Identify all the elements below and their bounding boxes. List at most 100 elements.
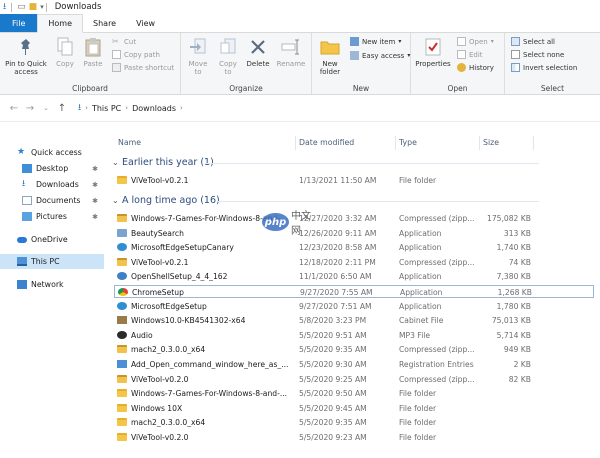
chevron-right-icon[interactable]: ›: [85, 104, 88, 112]
column-header-size[interactable]: Size: [483, 138, 499, 147]
new-folder-button[interactable]: New folder: [316, 36, 344, 76]
up-arrow-icon[interactable]: ↑: [54, 103, 70, 114]
file-row[interactable]: MicrosoftEdgeSetupCanary 12/23/2020 8:58 …: [114, 241, 594, 254]
column-divider[interactable]: [533, 136, 534, 150]
file-row[interactable]: ChromeSetup 9/27/2020 7:55 AM Application 1…: [114, 285, 594, 298]
easy-access-label: Easy access: [362, 51, 405, 60]
file-row[interactable]: Windows-7-Games-For-Windows-8-and-... 12/…: [114, 212, 594, 225]
paste-shortcut-label: Paste shortcut: [124, 63, 175, 72]
column-divider[interactable]: [295, 136, 296, 150]
file-row[interactable]: Add_Open_command_window_here_as_... 5/5/2…: [114, 358, 594, 371]
breadcrumb-this-pc[interactable]: This PC: [92, 104, 121, 113]
breadcrumb-downloads[interactable]: Downloads: [132, 104, 176, 113]
address-bar-row: ← → ⌄ ↑ ⭳ › This PC › Downloads ›: [0, 95, 600, 122]
easy-access-button[interactable]: Easy access ▾: [350, 51, 410, 60]
paste-shortcut-icon: [112, 63, 121, 72]
select-all-button[interactable]: Select all: [511, 37, 555, 46]
rename-button[interactable]: Rename: [275, 36, 307, 68]
tab-home[interactable]: Home: [37, 14, 84, 33]
column-divider[interactable]: [395, 136, 396, 150]
file-name-cell: mach2_0.3.0.0_x64: [131, 418, 206, 428]
nav-item-this-pc[interactable]: This PC: [0, 254, 104, 269]
properties-icon[interactable]: ▭: [17, 2, 26, 12]
group-header[interactable]: ⌄ Earlier this year (1): [112, 157, 214, 168]
file-type-cell: File folder: [399, 389, 437, 399]
file-row[interactable]: Audio 5/5/2020 9:51 AM MP3 File 5,714 KB: [114, 329, 594, 342]
group-header[interactable]: ⌄ A long time ago (16): [112, 195, 220, 206]
customize-toolbar-icon[interactable]: ▾: [40, 3, 44, 11]
new-folder-small-icon[interactable]: ■: [29, 2, 38, 12]
file-row[interactable]: MicrosoftEdgeSetup 9/27/2020 7:51 AM Appli…: [114, 300, 594, 313]
copy-to-button[interactable]: Copy to: [215, 36, 241, 76]
file-type-cell: File folder: [399, 403, 437, 413]
column-header-date[interactable]: Date modified: [299, 138, 354, 147]
delete-button[interactable]: Delete: [245, 36, 271, 68]
file-date-cell: 5/5/2020 9:23 AM: [299, 433, 367, 442]
scissors-icon: ✂: [112, 37, 119, 46]
file-type-cell: Compressed (zipp...: [399, 345, 475, 355]
history-button[interactable]: History: [457, 63, 494, 72]
new-item-button[interactable]: New item ▾: [350, 37, 401, 46]
file-row[interactable]: ViVeTool-v0.2.1 1/13/2021 11:50 AM File fo…: [114, 174, 594, 187]
nav-item-pictures[interactable]: Pictures ✱: [0, 209, 104, 224]
properties-button[interactable]: Properties: [413, 36, 453, 68]
nav-item-documents[interactable]: Documents ✱: [0, 193, 104, 208]
move-to-button[interactable]: Move to: [185, 36, 211, 76]
chevron-right-icon[interactable]: ›: [180, 104, 183, 112]
nav-item-network[interactable]: Network: [0, 277, 104, 292]
nav-item-onedrive[interactable]: OneDrive: [0, 232, 104, 247]
paste-shortcut-button[interactable]: Paste shortcut: [112, 63, 174, 72]
file-size-cell: 82 KB: [508, 374, 531, 384]
file-row[interactable]: ViVeTool-v0.2.1 12/18/2020 2:11 PM Compres…: [114, 256, 594, 269]
file-row[interactable]: mach2_0.3.0.0_x64 5/5/2020 9:35 AM Compres…: [114, 343, 594, 356]
nav-item-desktop[interactable]: Desktop ✱: [0, 161, 104, 176]
nav-item-label: Network: [31, 280, 64, 289]
chevron-right-icon[interactable]: ›: [125, 104, 128, 112]
column-divider[interactable]: [479, 136, 480, 150]
file-row[interactable]: ViVeTool-v0.2.0 5/5/2020 9:25 AM Compresse…: [114, 373, 594, 386]
star-icon: ★: [17, 147, 26, 157]
file-row[interactable]: Windows 10X 5/5/2020 9:45 AM File folder: [114, 402, 594, 415]
nav-item-quick-access[interactable]: ★ Quick access: [0, 145, 104, 160]
column-header-name[interactable]: Name: [118, 138, 141, 147]
collapse-chevron-icon[interactable]: ⌄: [112, 158, 122, 167]
group-divider: [218, 201, 539, 202]
file-name-cell: Windows10.0-KB4541302-x64: [131, 316, 246, 326]
file-row[interactable]: Windows-7-Games-For-Windows-8-and-... 5/5…: [114, 387, 594, 400]
forward-arrow-icon[interactable]: →: [22, 103, 38, 114]
paste-button[interactable]: Paste: [80, 36, 106, 68]
invert-selection-button[interactable]: Invert selection: [511, 63, 577, 72]
file-row[interactable]: ViVeTool-v0.2.0 5/5/2020 9:23 AM File fold…: [114, 431, 594, 444]
collapse-chevron-icon[interactable]: ⌄: [112, 196, 122, 205]
edit-button[interactable]: Edit: [457, 50, 483, 59]
nav-item-downloads[interactable]: ⭳ Downloads ✱: [0, 177, 104, 192]
file-size-cell: 1,268 KB: [497, 288, 532, 297]
file-type-cell: File folder: [399, 433, 437, 442]
column-header-type[interactable]: Type: [399, 138, 417, 147]
copy-button[interactable]: Copy: [52, 36, 78, 68]
file-row[interactable]: Windows10.0-KB4541302-x64 5/8/2020 3:23 P…: [114, 314, 594, 327]
tab-share[interactable]: Share: [83, 14, 126, 32]
edge-file-icon: [117, 301, 127, 310]
tab-view[interactable]: View: [126, 14, 165, 32]
recent-locations-icon[interactable]: ⌄: [38, 104, 54, 112]
back-arrow-icon[interactable]: ←: [6, 103, 22, 114]
new-group: New folder New item ▾ Easy access ▾ New: [312, 33, 411, 94]
open-button[interactable]: Open ▾: [457, 37, 494, 46]
paste-icon: [82, 36, 104, 58]
copy-path-button[interactable]: Copy path: [112, 50, 160, 59]
file-size-cell: 7,380 KB: [496, 272, 531, 282]
file-row[interactable]: OpenShellSetup_4_4_162 11/1/2020 6:50 AM A…: [114, 270, 594, 283]
cut-button[interactable]: ✂ Cut: [112, 37, 136, 46]
file-row[interactable]: mach2_0.3.0.0_x64 5/5/2020 9:35 AM File fo…: [114, 416, 594, 429]
shell-file-icon: [117, 272, 127, 281]
breadcrumb[interactable]: ⭳ › This PC › Downloads ›: [78, 100, 183, 116]
file-row[interactable]: BeautySearch 12/26/2020 9:11 AM Applicatio…: [114, 227, 594, 240]
download-arrow-icon[interactable]: ⭳: [3, 0, 6, 15]
select-none-button[interactable]: Select none: [511, 50, 564, 59]
file-date-cell: 9/27/2020 7:51 AM: [299, 301, 372, 311]
delete-label: Delete: [246, 60, 270, 68]
pin-quick-access-button[interactable]: Pin to Quick access: [2, 36, 50, 76]
new-folder-icon: [319, 36, 341, 58]
tab-file[interactable]: File: [0, 14, 38, 32]
